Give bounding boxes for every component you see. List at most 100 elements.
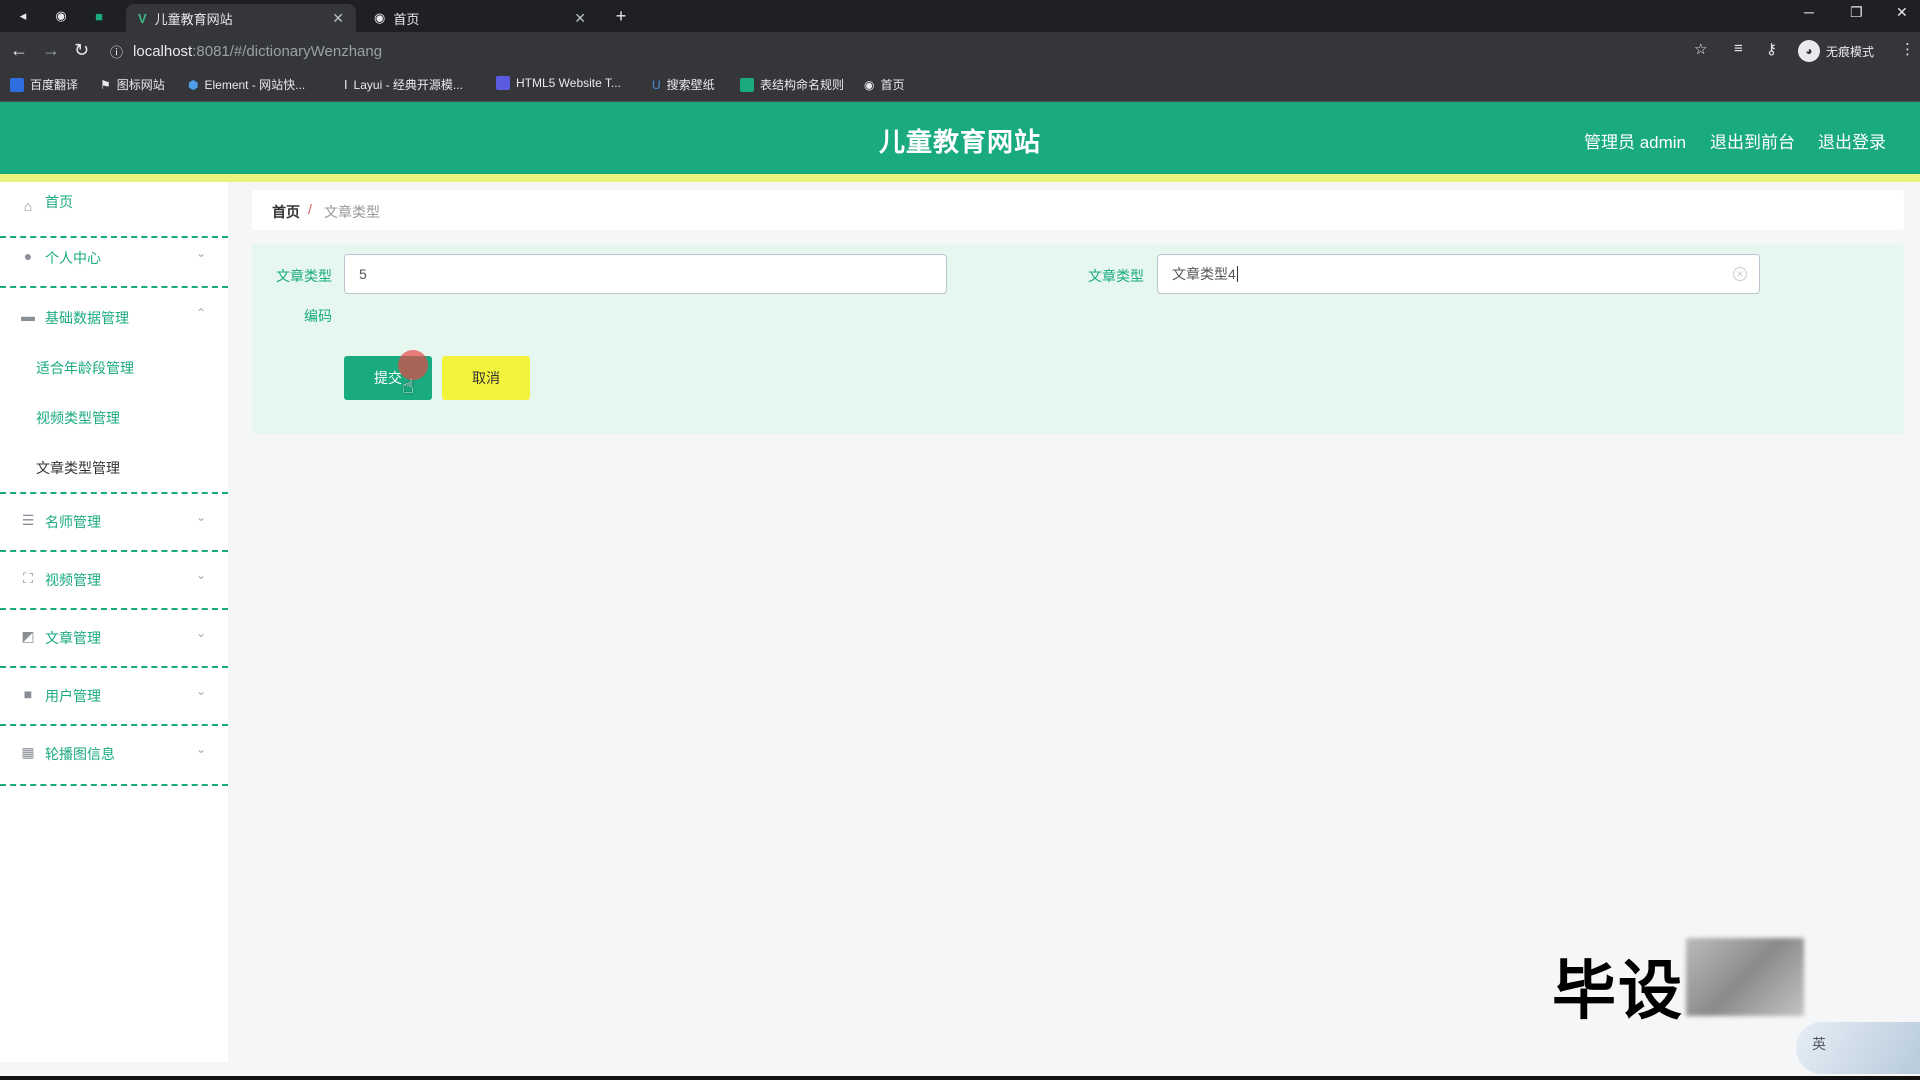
camera-icon: ■ <box>23 686 33 702</box>
restore-icon[interactable]: ❐ <box>1850 4 1863 21</box>
chevron-up-icon: ⌃ <box>195 306 206 320</box>
name-input[interactable]: 文章类型4 ✕ <box>1157 254 1760 294</box>
back-history-icon[interactable]: ◂ <box>14 7 32 25</box>
incognito-indicator[interactable]: ◕ 无痕模式 <box>1798 40 1874 62</box>
code-input[interactable]: 5 <box>344 254 947 294</box>
ime-label: 英 <box>1812 1036 1826 1052</box>
info-icon: ⓘ <box>110 44 124 60</box>
tab-active[interactable]: V 儿童教育网站 ✕ <box>126 4 356 32</box>
to-front-link[interactable]: 退出到前台 <box>1710 128 1795 153</box>
chevron-down-icon: ⌄ <box>195 568 206 582</box>
chevron-down-icon: ⌄ <box>195 684 206 698</box>
cancel-button[interactable]: 取消 <box>442 356 530 400</box>
fullscreen-icon: ⛶ <box>23 570 33 586</box>
bookmarks-bar: 百度翻译 ⚑ 图标网站 ⬢ Element - 网站快... Ⅰ Layui -… <box>0 68 1920 102</box>
bookmark-item[interactable]: ⬢ Element - 网站快... <box>188 76 305 93</box>
grid-icon: ▦ <box>21 744 35 760</box>
browser-tab-bar: ◂ ◉ ■ V 儿童教育网站 ✕ ◉ 首页 ✕ + ─ ❐ ✕ <box>0 0 1920 32</box>
sidebar-item-personal[interactable]: ● 个人中心 ⌄ <box>0 230 228 288</box>
close-tab-icon[interactable]: ✕ <box>574 10 586 27</box>
hand-pointer-icon: ☝ <box>402 376 415 398</box>
bookmark-item[interactable]: 表结构命名规则 <box>740 76 844 93</box>
browser-menu-icon[interactable]: ⋮ <box>1900 40 1915 58</box>
key-icon[interactable]: ⚷ <box>1766 40 1777 58</box>
sidebar-item-users[interactable]: ■ 用户管理 ⌄ <box>0 668 228 726</box>
blurred-region <box>1686 938 1804 1016</box>
header-strip <box>0 174 1920 182</box>
logout-link[interactable]: 退出登录 <box>1818 128 1886 153</box>
name-input-value: 文章类型4 <box>1172 266 1236 282</box>
sidebar-item-articles[interactable]: ◩ 文章管理 ⌄ <box>0 610 228 668</box>
sidebar-item-basic-data[interactable]: ▬ 基础数据管理 ⌃ <box>0 288 228 348</box>
bookmark-label: Element - 网站快... <box>204 78 306 92</box>
tab-title: 儿童教育网站 <box>154 11 233 27</box>
breadcrumb-separator: / <box>308 201 312 217</box>
bookmark-item[interactable]: HTML5 Website T... <box>496 76 621 90</box>
text-caret <box>1236 266 1238 282</box>
clear-icon[interactable]: ✕ <box>1733 267 1747 281</box>
code-label: 文章类型 <box>276 268 332 284</box>
tab-inactive[interactable]: ◉ 首页 ✕ <box>362 4 598 32</box>
close-window-icon[interactable]: ✕ <box>1896 4 1908 21</box>
close-tab-icon[interactable]: ✕ <box>332 10 344 27</box>
vue-icon: V <box>138 10 147 26</box>
sidebar-item-label: 基础数据管理 <box>45 310 129 326</box>
name-label: 文章类型 <box>1088 268 1144 284</box>
admin-label: 管理员 admin <box>1584 133 1687 152</box>
bookmark-label: 百度翻译 <box>30 78 79 92</box>
bookmark-item[interactable]: 百度翻译 <box>10 76 78 93</box>
bookmark-star-icon[interactable]: ☆ <box>1694 40 1707 58</box>
address-bar-row: ← → ↻ ⓘ localhost:8081/#/dictionaryWenzh… <box>0 32 1920 68</box>
url-input[interactable]: ⓘ localhost:8081/#/dictionaryWenzhang <box>110 40 382 62</box>
sidebar-item-label: 名师管理 <box>45 514 101 530</box>
minimize-icon[interactable]: ─ <box>1804 4 1814 20</box>
sidebar-item-label: 首页 <box>45 194 73 210</box>
bookmark-item[interactable]: U 搜索壁纸 <box>652 76 715 93</box>
globe-icon[interactable]: ◉ <box>52 7 70 25</box>
reading-list-icon[interactable]: ≡ <box>1734 40 1743 57</box>
hexagon-icon: ⬢ <box>188 77 199 92</box>
code-input-value: 5 <box>359 266 367 282</box>
html5-icon <box>496 76 510 90</box>
sidebar-item-label: 视频管理 <box>45 572 101 588</box>
bookmark-label: 搜索壁纸 <box>666 78 715 92</box>
app-header: 儿童教育网站 管理员 admin 退出到前台 退出登录 <box>0 102 1920 174</box>
bookmark-label: 表结构命名规则 <box>760 78 845 92</box>
sidebar: ⌂ 首页 ● 个人中心 ⌄ ▬ 基础数据管理 ⌃ 适合年龄段管理 视频类型管理 … <box>0 182 228 1062</box>
bookmark-label: Layui - 经典开源模... <box>353 78 463 92</box>
bookmark-item[interactable]: Ⅰ Layui - 经典开源模... <box>344 76 463 93</box>
back-icon[interactable]: ← <box>10 40 28 61</box>
sidebar-item-label: 文章管理 <box>45 630 101 646</box>
code-label-line2: 编码 <box>304 308 332 324</box>
chevron-down-icon: ⌄ <box>195 246 206 260</box>
sidebar-item-carousel[interactable]: ▦ 轮播图信息 ⌄ <box>0 726 228 786</box>
bookmark-label: 图标网站 <box>116 78 165 92</box>
submenu-basic-data: 适合年龄段管理 视频类型管理 文章类型管理 <box>0 348 228 494</box>
bookmark-label: 首页 <box>880 78 905 92</box>
chevron-down-icon: ⌄ <box>195 510 206 524</box>
bookmark-item[interactable]: ⚑ 图标网站 <box>100 76 165 93</box>
flag-icon: ⚑ <box>100 77 111 92</box>
sidebar-item-article-types[interactable]: 文章类型管理 <box>36 458 120 478</box>
breadcrumb-home[interactable]: 首页 <box>272 202 300 222</box>
user-icon: ● <box>23 248 33 264</box>
wallpaper-icon: U <box>652 77 661 92</box>
forward-icon[interactable]: → <box>42 40 60 61</box>
bottom-edge <box>0 1076 1920 1080</box>
sidebar-item-age-groups[interactable]: 适合年龄段管理 <box>36 358 134 378</box>
sidebar-item-label: 用户管理 <box>45 688 101 704</box>
breadcrumb-current: 文章类型 <box>324 204 380 220</box>
watermark-text: 毕设 <box>1552 955 1684 1027</box>
chevron-down-icon: ⌄ <box>195 742 206 756</box>
incognito-icon: ◕ <box>1798 40 1820 62</box>
sidebar-item-videos[interactable]: ⛶ 视频管理 ⌄ <box>0 552 228 610</box>
sidebar-item-video-types[interactable]: 视频类型管理 <box>36 408 120 428</box>
globe-icon: ◉ <box>864 77 875 92</box>
breadcrumb: 首页 / 文章类型 <box>252 190 1904 230</box>
sidebar-item-teachers[interactable]: ☰ 名师管理 ⌄ <box>0 494 228 552</box>
app-favicon-icon[interactable]: ■ <box>90 7 108 25</box>
globe-icon: ◉ <box>374 10 386 25</box>
reload-icon[interactable]: ↻ <box>74 40 89 61</box>
bookmark-item[interactable]: ◉ 首页 <box>864 76 905 93</box>
new-tab-button[interactable]: + <box>612 6 630 26</box>
